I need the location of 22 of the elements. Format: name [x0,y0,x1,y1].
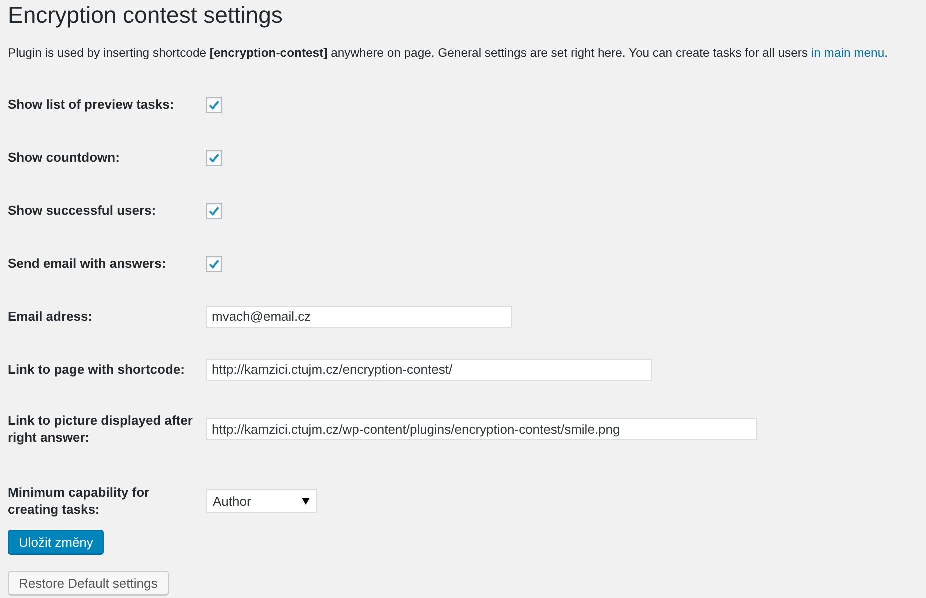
setting-label: Show successful users: [8,202,158,219]
setting-label: Show countdown: [8,149,121,166]
setting-label: Link to page with shortcode: [8,361,186,378]
checkbox[interactable] [206,96,222,112]
input-field[interactable]: mvach@email.cz [206,306,512,328]
main-menu-link[interactable]: in main menu [811,46,885,60]
save-button[interactable]: Uložit změny [8,530,104,554]
setting-label: Link to picture displayed after right answer: [8,412,194,446]
caret-icon [302,498,310,504]
input-field[interactable]: http://kamzici.ctujm.cz/encryption-contest/ [206,358,652,380]
select-field[interactable]: Author [206,489,317,513]
setting-label: Minimum capability for creating tasks: [8,484,151,518]
setting-label: Show list of preview tasks: [8,96,176,113]
setting-label: Email adress: [8,308,94,325]
checkbox[interactable] [206,202,222,218]
checkbox[interactable] [206,256,222,272]
checkbox[interactable] [206,150,222,166]
input-field[interactable]: http://kamzici.ctujm.cz/wp-content/plugins/encryption-contest/smile.png [206,418,757,440]
page-title: Encryption contest settings [8,1,284,29]
restore-button[interactable]: Restore Default settings [8,571,169,595]
setting-label: Send email with answers: [8,255,168,272]
intro-text: Plugin is used by inserting shortcode [encryption-contest] anywhere on page. General settings are set right here. You can create tasks for all users in main menu. [8,45,889,62]
